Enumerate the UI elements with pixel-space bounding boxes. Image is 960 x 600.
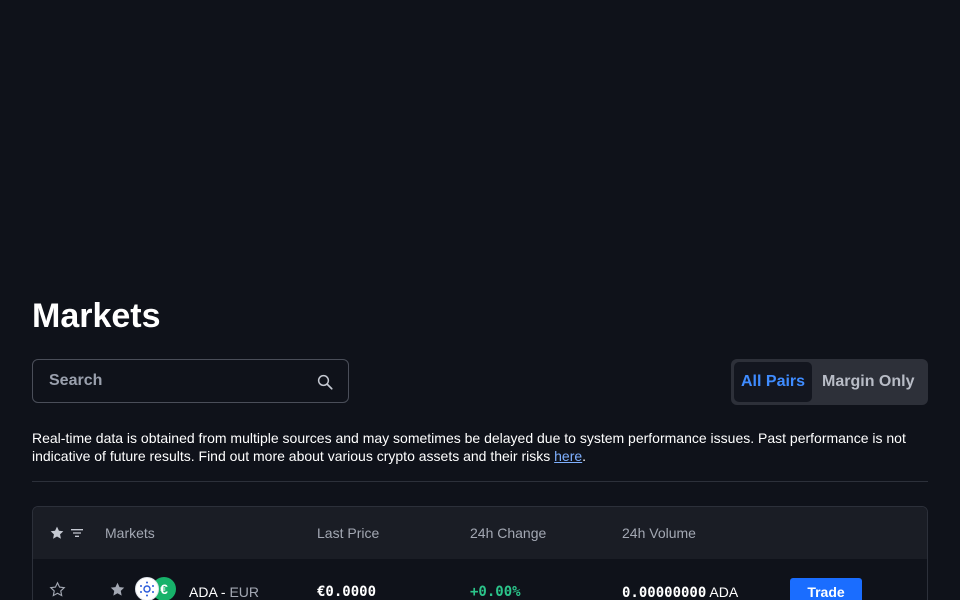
- table-row[interactable]: € ADA - EUR €0.0000 +0.00% 0.00000000 AD…: [33, 559, 927, 600]
- base-asset: ADA: [189, 584, 218, 600]
- trade-button[interactable]: Trade: [790, 578, 862, 600]
- page-title: Markets: [32, 297, 161, 335]
- filter-icon[interactable]: [69, 525, 85, 541]
- volume-unit: ADA: [709, 584, 739, 600]
- last-price: €0.0000: [317, 584, 377, 600]
- volume-24h: 0.00000000 ADA: [622, 583, 738, 600]
- volume-amount: 0.00000000: [622, 585, 707, 600]
- disclaimer-suffix: .: [582, 448, 587, 464]
- change-24h: +0.00%: [470, 584, 521, 600]
- risks-link[interactable]: here: [554, 448, 582, 464]
- star-filled-icon[interactable]: [49, 525, 65, 541]
- quote-asset: EUR: [229, 584, 260, 600]
- disclaimer-text: Real-time data is obtained from multiple…: [32, 429, 932, 465]
- header-24h-volume[interactable]: 24h Volume: [622, 507, 696, 559]
- header-markets[interactable]: Markets: [105, 507, 155, 559]
- table-header: Markets Last Price 24h Change 24h Volume: [33, 507, 927, 559]
- pair-filter-toggle: All Pairs Margin Only: [731, 359, 928, 405]
- star-outline-icon[interactable]: [49, 581, 66, 598]
- cardano-coin-icon: [135, 577, 159, 600]
- star-filled-icon: [110, 582, 125, 596]
- markets-table: Markets Last Price 24h Change 24h Volume…: [32, 506, 928, 600]
- search-input[interactable]: [33, 360, 303, 402]
- markets-page: Markets All Pairs Margin Only Real-time …: [0, 0, 960, 600]
- header-24h-change[interactable]: 24h Change: [470, 507, 546, 559]
- market-pair[interactable]: ADA - EUR: [189, 583, 259, 600]
- search-icon[interactable]: [316, 373, 334, 391]
- section-divider: [32, 481, 928, 482]
- search-box: [32, 359, 349, 403]
- tab-all-pairs[interactable]: All Pairs: [734, 362, 813, 402]
- pair-separator: -: [220, 584, 226, 600]
- header-last-price[interactable]: Last Price: [317, 507, 379, 559]
- disclaimer-body: Real-time data is obtained from multiple…: [32, 430, 906, 464]
- tab-margin-only[interactable]: Margin Only: [812, 362, 921, 402]
- header-sort-icons: [49, 525, 85, 541]
